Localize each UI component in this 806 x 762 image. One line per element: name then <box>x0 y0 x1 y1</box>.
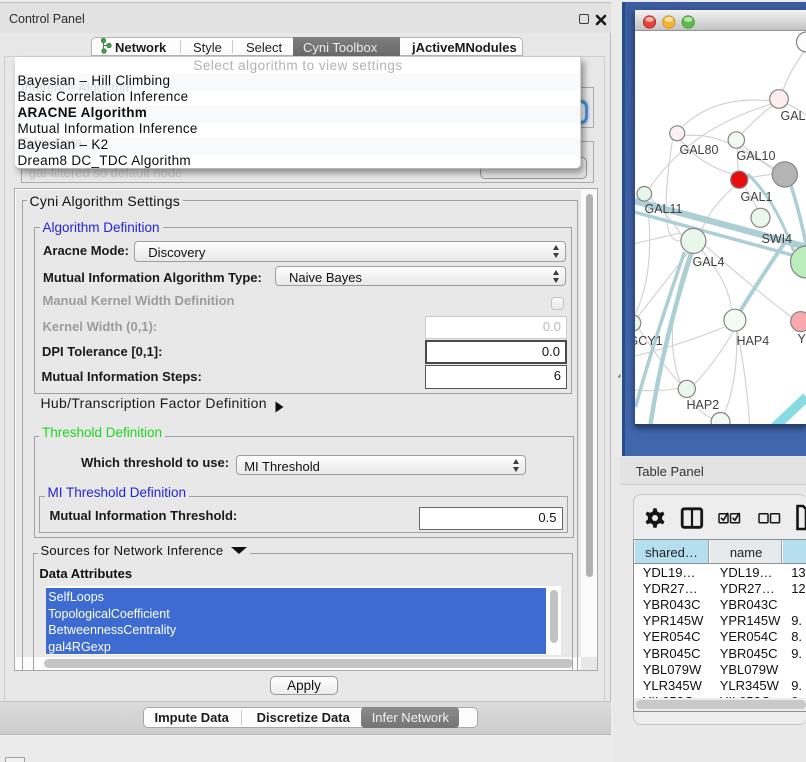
svg-text:GCY1: GCY1 <box>635 334 663 348</box>
svg-text:HAP2: HAP2 <box>686 398 719 412</box>
svg-text:GAL10: GAL10 <box>736 149 775 163</box>
svg-text:GAL11: GAL11 <box>644 202 682 216</box>
svg-text:GAL80: GAL80 <box>679 143 718 157</box>
svg-text:Y: Y <box>797 332 806 346</box>
svg-text:SWI4: SWI4 <box>761 232 792 246</box>
svg-text:GAL4: GAL4 <box>692 255 724 269</box>
svg-text:HAP4: HAP4 <box>736 334 769 348</box>
svg-text:GAL7: GAL7 <box>780 109 806 123</box>
svg-text:GAL1: GAL1 <box>740 190 772 204</box>
